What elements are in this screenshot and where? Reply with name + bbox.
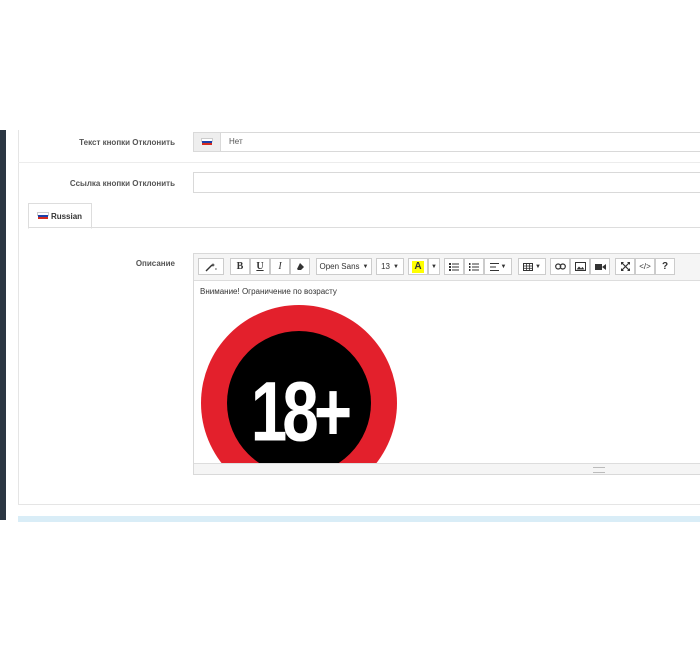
- insert-link-button[interactable]: [550, 258, 570, 275]
- age-restriction-18-plus-image: 18+: [201, 305, 397, 465]
- editor-content[interactable]: Внимание! Ограничение по возрасту 18+: [194, 281, 700, 465]
- font-size-dropdown[interactable]: 13 ▼: [376, 258, 404, 275]
- insert-video-button[interactable]: [590, 258, 610, 275]
- eraser-icon: [296, 263, 304, 270]
- editor-toolbar: B U I Open Sans ▼ 13 ▼ A ▼ ▼ ▼ </> ?: [194, 254, 700, 281]
- unordered-list-button[interactable]: [444, 258, 464, 275]
- decline-link-field[interactable]: [193, 172, 700, 193]
- tab-russian[interactable]: Russian: [28, 203, 92, 229]
- chevron-down-icon: ▼: [392, 263, 399, 270]
- resize-grip-icon[interactable]: [593, 467, 605, 473]
- code-view-button[interactable]: </>: [635, 258, 655, 275]
- align-dropdown[interactable]: ▼: [484, 258, 512, 275]
- align-icon: [489, 262, 499, 271]
- fullscreen-button[interactable]: [615, 258, 635, 275]
- info-bar: [18, 516, 700, 522]
- editor-resize-bar[interactable]: [194, 463, 700, 474]
- font-size-value: 13: [381, 262, 390, 271]
- russia-flag-icon: [201, 137, 213, 146]
- chevron-down-icon: ▼: [500, 263, 507, 270]
- description-label: Описание: [135, 259, 175, 268]
- decline-text-field[interactable]: Нет: [221, 133, 243, 151]
- magic-wand-icon: [205, 262, 217, 271]
- warning-text: Внимание! Ограничение по возрасту: [200, 287, 337, 296]
- color-letter: A: [412, 260, 424, 273]
- video-icon: [594, 263, 606, 270]
- row-divider: [18, 162, 700, 163]
- chevron-down-icon: ▼: [362, 263, 369, 270]
- ordered-list-button[interactable]: [464, 258, 484, 275]
- language-addon: [194, 133, 221, 151]
- font-family-dropdown[interactable]: Open Sans ▼: [316, 258, 372, 275]
- age-label: 18+: [251, 365, 350, 459]
- clear-format-button[interactable]: [290, 258, 310, 275]
- decline-text-input-group[interactable]: Нет: [193, 132, 700, 152]
- unordered-list-icon: [449, 262, 459, 271]
- decline-link-label: Ссылка кнопки Отклонить: [69, 179, 175, 188]
- rich-text-editor[interactable]: B U I Open Sans ▼ 13 ▼ A ▼ ▼ ▼ </> ? Вни…: [193, 253, 700, 475]
- fullscreen-icon: [620, 262, 630, 271]
- russia-flag-icon: [36, 211, 49, 220]
- bold-button[interactable]: B: [230, 258, 250, 275]
- ordered-list-icon: [469, 262, 479, 271]
- underline-button[interactable]: U: [250, 258, 270, 275]
- help-button[interactable]: ?: [655, 258, 675, 275]
- image-icon: [574, 262, 586, 271]
- table-dropdown[interactable]: ▼: [518, 258, 546, 275]
- insert-image-button[interactable]: [570, 258, 590, 275]
- decline-text-label: Текст кнопки Отклонить: [79, 138, 175, 147]
- font-color-dropdown[interactable]: ▼: [428, 258, 440, 275]
- tab-underline: [28, 227, 700, 228]
- italic-button[interactable]: I: [270, 258, 290, 275]
- chevron-down-icon: ▼: [535, 263, 541, 270]
- chevron-down-icon: ▼: [431, 263, 437, 270]
- style-button[interactable]: [198, 258, 224, 275]
- font-color-button[interactable]: A: [408, 258, 428, 275]
- sidebar-edge: [0, 130, 6, 520]
- table-icon: [523, 262, 534, 271]
- tab-russian-label: Russian: [50, 211, 83, 221]
- font-family-value: Open Sans: [319, 262, 360, 271]
- link-icon: [554, 263, 566, 270]
